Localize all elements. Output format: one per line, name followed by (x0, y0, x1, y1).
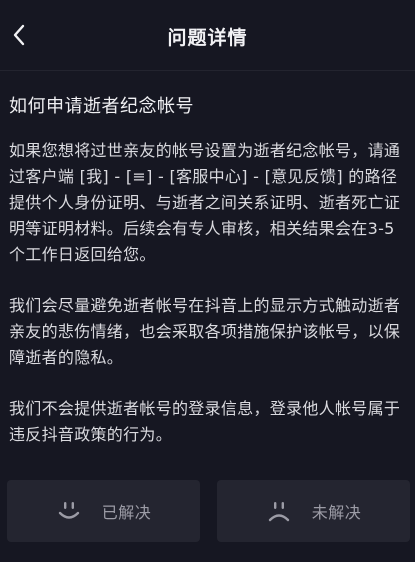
answer-paragraph-1: 如果您想将过世亲友的帐号设置为逝者纪念帐号，请通过客户端 [我] - [≡] -… (9, 141, 401, 264)
smile-face-icon (56, 498, 82, 524)
resolved-label: 已解决 (101, 503, 152, 522)
top-bar: 问题详情 (0, 0, 415, 70)
answer-paragraph-3: 我们不会提供逝者帐号的登录信息，登录他人帐号属于违反抖音政策的行为。 (9, 399, 401, 444)
header-divider (0, 70, 415, 71)
page-title: 问题详情 (167, 27, 248, 49)
unresolved-button[interactable]: 未解决 (217, 480, 410, 542)
answer-paragraph-2: 我们会尽量避免逝者帐号在抖音上的显示方式触动逝者亲友的悲伤情绪，也会采取各项措施… (9, 296, 401, 367)
unresolved-label: 未解决 (311, 503, 362, 522)
frown-face-icon (266, 498, 292, 524)
resolved-button[interactable]: 已解决 (7, 480, 200, 542)
question-title: 如何申请逝者纪念帐号 (9, 96, 194, 117)
